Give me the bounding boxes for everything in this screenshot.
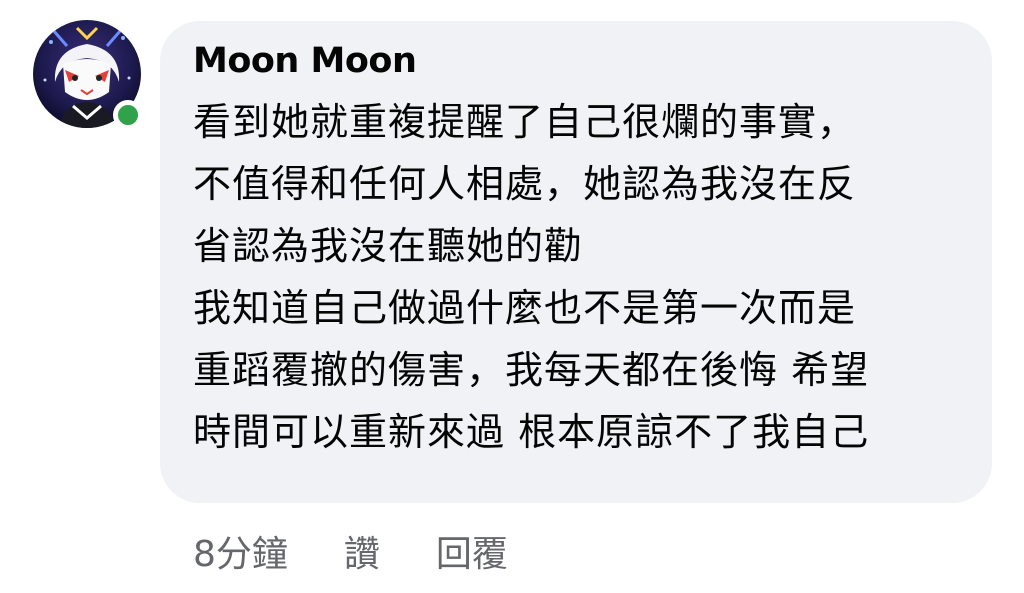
comment-text-line: 看到她就重複提醒了自己很爛的事實， <box>193 100 857 144</box>
comment-actions: 8分鐘 讚 回覆 <box>193 526 508 576</box>
comment-text-line: 重蹈覆撤的傷害，我每天都在後悔 希望 <box>193 348 870 392</box>
comment-bubble: Moon Moon 看到她就重複提醒了自己很爛的事實， 不值得和任何人相處，她認… <box>160 21 992 503</box>
reply-button[interactable]: 回覆 <box>436 525 508 577</box>
comment-text-line: 我知道自己做過什麼也不是第一次而是 <box>193 286 857 330</box>
comment-timestamp[interactable]: 8分鐘 <box>193 525 288 577</box>
like-button[interactable]: 讚 <box>344 525 380 577</box>
comment-text-line: 不值得和任何人相處，她認為我沒在反 <box>193 162 857 206</box>
comment-text-line: 省認為我沒在聽她的勸 <box>193 224 584 268</box>
comment: Moon Moon 看到她就重複提醒了自己很爛的事實， 不值得和任何人相處，她認… <box>0 0 1024 593</box>
comment-text-line: 時間可以重新來過 根本原諒不了我自己 <box>193 410 870 454</box>
comment-text: 看到她就重複提醒了自己很爛的事實， 不值得和任何人相處，她認為我沒在反 省認為我… <box>193 91 962 463</box>
comment-author[interactable]: Moon Moon <box>193 39 962 83</box>
avatar-wrap[interactable] <box>33 20 143 130</box>
online-status-indicator <box>113 100 143 130</box>
